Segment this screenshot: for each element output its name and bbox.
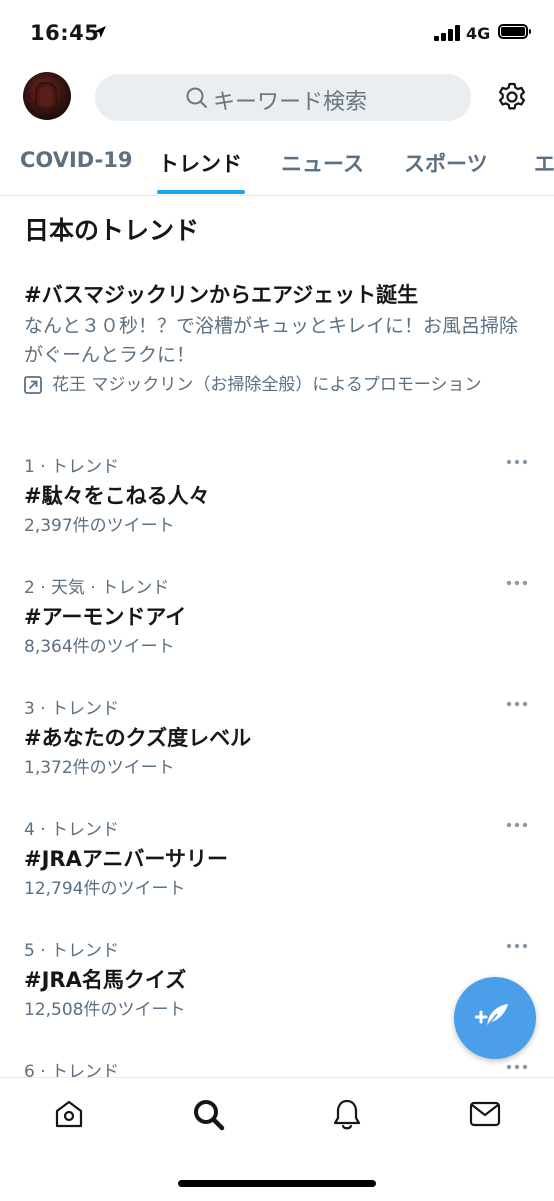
trend-name: #駄々をこねる人々 bbox=[24, 484, 210, 508]
home-icon[interactable] bbox=[53, 1098, 85, 1130]
status-bar: 16:45 4G bbox=[0, 0, 554, 66]
tab-news[interactable]: ニュース bbox=[281, 148, 364, 178]
compose-feather-icon bbox=[475, 1004, 508, 1030]
trend-tweet-count: 1,372件のツイート bbox=[24, 758, 175, 778]
status-time: 16:45 bbox=[30, 21, 100, 45]
section-title: 日本のトレンド bbox=[24, 216, 200, 245]
bottom-tab-bar bbox=[0, 1077, 554, 1201]
search-input[interactable]: キーワード検索 bbox=[95, 74, 471, 121]
gear-icon[interactable] bbox=[496, 81, 528, 113]
promoted-trend[interactable]: #バスマジックリンからエアジェット誕生 なんと３０秒！？で浴槽がキュッとキレイに… bbox=[24, 280, 524, 397]
trend-name: #アーモンドアイ bbox=[24, 605, 187, 629]
trend-tweet-count: 8,364件のツイート bbox=[24, 637, 175, 657]
trend-meta: 1 · トレンド bbox=[24, 457, 120, 477]
trend-item[interactable]: 3 · トレンド #あなたのクズ度レベル 1,372件のツイート bbox=[0, 698, 554, 808]
trend-item[interactable]: 2 · 天気 · トレンド #アーモンドアイ 8,364件のツイート bbox=[0, 577, 554, 687]
tab-sports[interactable]: スポーツ bbox=[404, 148, 488, 178]
trend-name: #JRA名馬クイズ bbox=[24, 968, 187, 992]
search-icon[interactable] bbox=[192, 1098, 226, 1132]
tab-entertainment[interactable]: エ bbox=[534, 148, 554, 178]
mail-icon[interactable] bbox=[469, 1098, 501, 1130]
avatar[interactable] bbox=[23, 72, 71, 120]
more-options-icon[interactable] bbox=[506, 700, 528, 708]
trend-name: #JRAアニバーサリー bbox=[24, 847, 228, 871]
promoted-by-label: 花王 マジックリン（お掃除全般）によるプロモーション bbox=[52, 375, 482, 395]
trend-item[interactable]: 4 · トレンド #JRAアニバーサリー 12,794件のツイート bbox=[0, 819, 554, 929]
trend-meta: 4 · トレンド bbox=[24, 820, 120, 840]
active-tab-indicator bbox=[157, 190, 245, 194]
explore-header: キーワード検索 bbox=[0, 66, 554, 130]
trend-tweet-count: 12,794件のツイート bbox=[24, 879, 186, 899]
bell-icon[interactable] bbox=[331, 1098, 363, 1132]
promoted-trend-description: なんと３０秒！？で浴槽がキュッとキレイに！お風呂掃除がぐーんとラクに！ bbox=[24, 315, 519, 366]
location-arrow-icon bbox=[94, 26, 106, 38]
promoted-icon bbox=[24, 376, 42, 394]
trend-meta: 2 · 天気 · トレンド bbox=[24, 578, 170, 598]
cellular-signal-icon bbox=[434, 25, 462, 41]
trend-tweet-count: 12,508件のツイート bbox=[24, 1000, 186, 1020]
more-options-icon[interactable] bbox=[506, 821, 528, 829]
more-options-icon[interactable] bbox=[506, 579, 528, 587]
more-options-icon[interactable] bbox=[506, 458, 528, 466]
trend-item[interactable]: 1 · トレンド #駄々をこねる人々 2,397件のツイート bbox=[0, 456, 554, 566]
tab-covid-19[interactable]: COVID-19 bbox=[20, 148, 133, 172]
trend-tweet-count: 2,397件のツイート bbox=[24, 516, 175, 536]
search-placeholder: キーワード検索 bbox=[213, 90, 368, 115]
trend-meta: 3 · トレンド bbox=[24, 699, 120, 719]
home-indicator bbox=[178, 1180, 376, 1187]
compose-tweet-button[interactable] bbox=[454, 977, 536, 1059]
trend-name: #あなたのクズ度レベル bbox=[24, 726, 252, 750]
network-type: 4G bbox=[466, 24, 491, 43]
search-icon bbox=[186, 87, 207, 108]
explore-tabs: COVID-19 トレンド ニュース スポーツ エ bbox=[0, 130, 554, 196]
tab-trends[interactable]: トレンド bbox=[158, 148, 242, 178]
promoted-trend-title: #バスマジックリンからエアジェット誕生 bbox=[24, 283, 419, 307]
more-options-icon[interactable] bbox=[506, 1063, 528, 1071]
trend-meta: 5 · トレンド bbox=[24, 941, 120, 961]
promoted-by: 花王 マジックリン（お掃除全般）によるプロモーション bbox=[24, 374, 524, 397]
more-options-icon[interactable] bbox=[506, 942, 528, 950]
battery-icon bbox=[498, 24, 531, 39]
